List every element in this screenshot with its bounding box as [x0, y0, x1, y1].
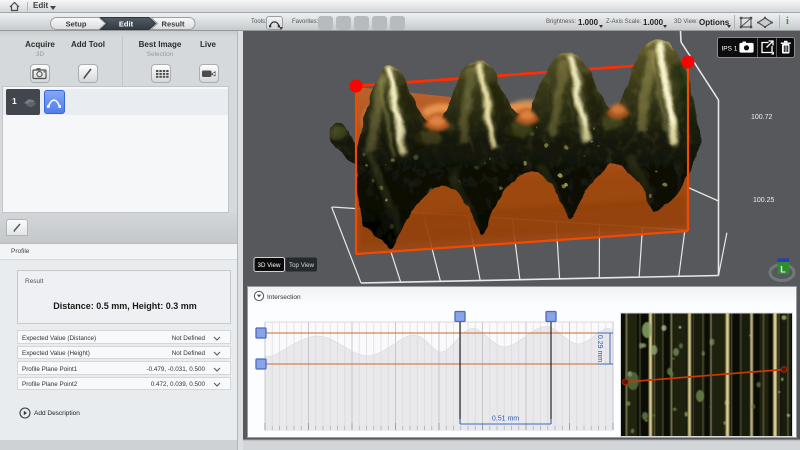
svg-text:L: L [780, 265, 786, 275]
svg-text:Result: Result [162, 20, 185, 29]
svg-text:0.29 mm: 0.29 mm [596, 335, 603, 362]
svg-text:Setup: Setup [66, 20, 87, 29]
svg-text:0.51 mm: 0.51 mm [492, 416, 519, 423]
svg-text:100.25: 100.25 [753, 197, 775, 204]
svg-text:Edit: Edit [119, 20, 134, 29]
svg-text:100.72: 100.72 [751, 114, 773, 121]
svg-text:IPS 1: IPS 1 [722, 46, 738, 53]
svg-text:Intersection: Intersection [267, 294, 301, 301]
svg-text:3D View: 3D View [258, 262, 281, 269]
svg-text:Top View: Top View [289, 262, 315, 269]
